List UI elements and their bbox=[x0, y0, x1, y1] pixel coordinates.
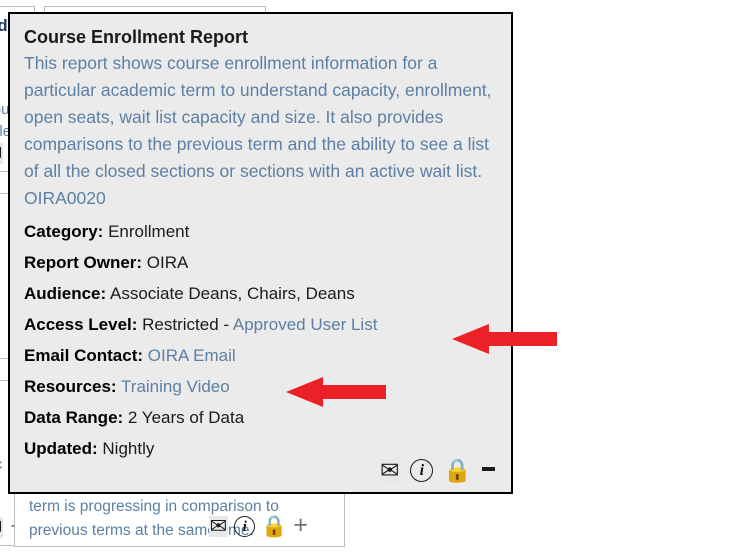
lock-icon[interactable]: 🔒 bbox=[443, 459, 472, 482]
add-icon[interactable]: + bbox=[293, 513, 308, 538]
popup-title: Course Enrollment Report bbox=[24, 26, 497, 48]
meta-label: Data Range: bbox=[24, 408, 123, 427]
lock-icon[interactable]: 🔒 bbox=[0, 330, 3, 351]
email-icon[interactable]: ✉ bbox=[0, 143, 3, 164]
info-icon[interactable]: i bbox=[234, 516, 255, 537]
meta-label: Category: bbox=[24, 222, 103, 241]
annotation-arrow-access-level bbox=[452, 322, 557, 356]
card-row-behind: term is progressing in comparison to pre… bbox=[0, 492, 730, 547]
meta-row-resources: Resources: Training Video bbox=[24, 371, 497, 402]
meta-label: Audience: bbox=[24, 284, 106, 303]
report-card[interactable]: term is progressing in comparison to pre… bbox=[14, 492, 345, 547]
meta-label: Updated: bbox=[24, 439, 98, 458]
approved-user-list-link[interactable]: Approved User List bbox=[233, 315, 378, 334]
meta-row-report-owner: Report Owner: OIRA bbox=[24, 247, 497, 278]
meta-label: Resources: bbox=[24, 377, 117, 396]
annotation-arrow-resources bbox=[286, 375, 386, 409]
report-detail-popup[interactable]: Course Enrollment Report This report sho… bbox=[8, 12, 513, 494]
meta-row-email-contact: Email Contact: OIRA Email bbox=[24, 340, 497, 371]
collapse-icon[interactable] bbox=[482, 467, 495, 471]
meta-value: OIRA bbox=[147, 253, 189, 272]
oira-email-link[interactable]: OIRA Email bbox=[148, 346, 236, 365]
meta-row-audience: Audience: Associate Deans, Chairs, Deans bbox=[24, 278, 497, 309]
meta-label: Email Contact: bbox=[24, 346, 143, 365]
meta-row-access-level: Access Level: Restricted - Approved User… bbox=[24, 309, 497, 340]
meta-row-category: Category: Enrollment bbox=[24, 216, 497, 247]
email-icon[interactable]: ✉ bbox=[209, 516, 229, 537]
popup-description: This report shows course enrollment info… bbox=[24, 50, 497, 212]
meta-label: Report Owner: bbox=[24, 253, 142, 272]
meta-value: Enrollment bbox=[108, 222, 189, 241]
lock-icon[interactable]: 🔒 bbox=[261, 516, 287, 537]
meta-value: Nightly bbox=[102, 439, 154, 458]
meta-row-data-range: Data Range: 2 Years of Data bbox=[24, 402, 497, 433]
meta-value: 2 Years of Data bbox=[128, 408, 244, 427]
info-icon[interactable]: i bbox=[410, 459, 433, 482]
training-video-link[interactable]: Training Video bbox=[121, 377, 230, 396]
meta-label: Access Level: bbox=[24, 315, 137, 334]
meta-value: Associate Deans, Chairs, Deans bbox=[110, 284, 355, 303]
email-icon[interactable]: ✉ bbox=[379, 459, 400, 482]
report-card-icons: ✉ i 🔒 + bbox=[209, 513, 308, 540]
popup-action-icons: ✉ i 🔒 bbox=[379, 459, 495, 482]
meta-value: Restricted - bbox=[142, 315, 229, 334]
